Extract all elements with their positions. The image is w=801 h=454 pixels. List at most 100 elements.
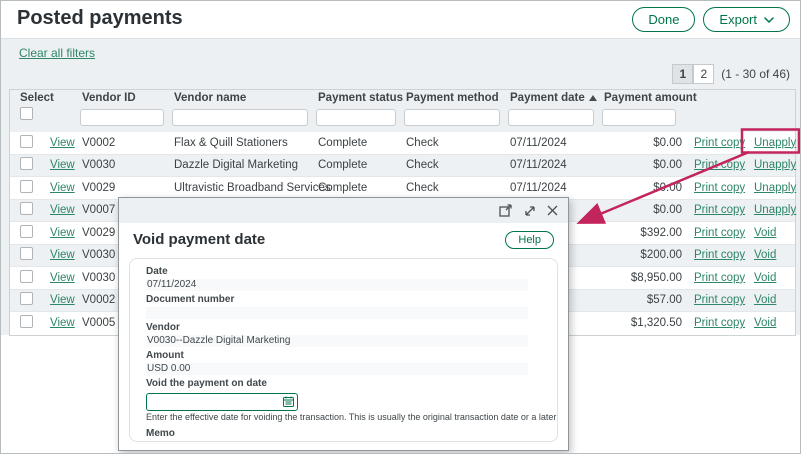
page-button-2[interactable]: 2: [693, 64, 714, 84]
row-action-link[interactable]: Unapply: [754, 159, 796, 171]
column-header-payment-method[interactable]: Payment method: [404, 92, 508, 104]
page-button-1[interactable]: 1: [672, 64, 693, 84]
view-link[interactable]: View: [50, 159, 75, 171]
column-header-payment-amount[interactable]: Payment amount: [602, 92, 684, 104]
sort-ascending-icon: [589, 92, 597, 104]
pagination-range: (1 - 30 of 46): [721, 67, 790, 81]
pop-out-icon[interactable]: [499, 204, 513, 217]
print-copy-link[interactable]: Print copy: [694, 272, 745, 284]
select-all-checkbox[interactable]: [20, 107, 33, 120]
header-actions: Done Export: [632, 7, 790, 32]
row-checkbox[interactable]: [20, 292, 33, 305]
print-copy-link[interactable]: Print copy: [694, 249, 745, 261]
payment-status-cell: Complete: [316, 182, 404, 194]
column-header-payment-date[interactable]: Payment date: [508, 92, 602, 104]
row-action-link[interactable]: Void: [754, 317, 776, 329]
void-payment-date-dialog: Void payment date Help Date 07/11/2024 D…: [118, 197, 569, 451]
vendor-id-cell: V0030: [80, 159, 172, 171]
row-action-link[interactable]: Void: [754, 227, 776, 239]
expand-icon[interactable]: [524, 205, 536, 217]
export-button[interactable]: Export: [703, 7, 790, 32]
row-action-link[interactable]: Unapply: [754, 204, 796, 216]
payment-amount-cell: $392.00: [602, 227, 684, 239]
table-filter-row: [10, 106, 795, 132]
view-link[interactable]: View: [50, 137, 75, 149]
done-button[interactable]: Done: [632, 7, 695, 32]
vendor-name-cell: Ultravistic Broadband Services: [172, 182, 316, 194]
page-header: Posted payments Done Export: [1, 1, 800, 39]
column-header-vendor-id[interactable]: Vendor ID: [80, 92, 172, 104]
row-checkbox[interactable]: [20, 247, 33, 260]
vendor-id-filter-input[interactable]: [80, 109, 164, 126]
view-link[interactable]: View: [50, 182, 75, 194]
payment-method-cell: Check: [404, 159, 508, 171]
row-checkbox[interactable]: [20, 225, 33, 238]
dialog-fields: Date 07/11/2024 Document number Vendor V…: [146, 266, 541, 375]
payment-amount-cell: $0.00: [602, 182, 684, 194]
field-label: Vendor: [146, 322, 541, 334]
payment-date-filter-input[interactable]: [508, 109, 594, 126]
row-checkbox[interactable]: [20, 180, 33, 193]
memo-textarea[interactable]: [146, 441, 298, 442]
payment-amount-cell: $0.00: [602, 137, 684, 149]
close-icon[interactable]: [547, 205, 558, 216]
view-link[interactable]: View: [50, 249, 75, 261]
field-value: V0030--Dazzle Digital Marketing: [146, 335, 528, 347]
payment-method-filter-input[interactable]: [404, 109, 500, 126]
print-copy-link[interactable]: Print copy: [694, 227, 745, 239]
vendor-name-cell: Dazzle Digital Marketing: [172, 159, 316, 171]
field-value: 07/11/2024: [146, 279, 528, 291]
field-value: [146, 307, 528, 319]
row-action-link[interactable]: Void: [754, 249, 776, 261]
payment-date-cell: 07/11/2024: [508, 159, 602, 171]
vendor-id-cell: V0029: [80, 182, 172, 194]
print-copy-link[interactable]: Print copy: [694, 317, 745, 329]
page-title: Posted payments: [17, 7, 183, 30]
row-checkbox[interactable]: [20, 315, 33, 328]
row-action-link[interactable]: Unapply: [754, 137, 796, 149]
payment-amount-cell: $1,320.50: [602, 317, 684, 329]
dialog-control-bar: [119, 198, 568, 223]
chevron-down-icon: [764, 17, 774, 23]
column-header-vendor-name[interactable]: Vendor name: [172, 92, 316, 104]
calendar-icon[interactable]: [283, 394, 294, 412]
help-button[interactable]: Help: [505, 231, 554, 249]
payment-date-cell: 07/11/2024: [508, 182, 602, 194]
payment-status-filter-input[interactable]: [316, 109, 396, 126]
row-action-link[interactable]: Void: [754, 294, 776, 306]
payment-status-cell: Complete: [316, 137, 404, 149]
print-copy-link[interactable]: Print copy: [694, 182, 745, 194]
payment-amount-cell: $8,950.00: [602, 272, 684, 284]
row-action-link[interactable]: Unapply: [754, 182, 796, 194]
table-row: View V0002 Flax & Quill Stationers Compl…: [10, 132, 795, 155]
field-label: Document number: [146, 294, 541, 306]
row-checkbox[interactable]: [20, 157, 33, 170]
view-link[interactable]: View: [50, 272, 75, 284]
posted-payments-page: Posted payments Done Export Clear all fi…: [0, 0, 801, 454]
payment-amount-cell: $57.00: [602, 294, 684, 306]
vendor-name-filter-input[interactable]: [172, 109, 308, 126]
print-copy-link[interactable]: Print copy: [694, 159, 745, 171]
clear-all-filters-link[interactable]: Clear all filters: [19, 46, 95, 60]
payment-amount-cell: $0.00: [602, 159, 684, 171]
row-action-link[interactable]: Void: [754, 272, 776, 284]
payment-amount-filter-input[interactable]: [602, 109, 676, 126]
row-checkbox[interactable]: [20, 135, 33, 148]
dialog-field: Amount USD 0.00: [146, 350, 541, 375]
view-link[interactable]: View: [50, 294, 75, 306]
row-checkbox[interactable]: [20, 270, 33, 283]
print-copy-link[interactable]: Print copy: [694, 204, 745, 216]
payment-method-cell: Check: [404, 137, 508, 149]
dialog-title: Void payment date: [133, 231, 265, 248]
payment-date-cell: 07/11/2024: [508, 137, 602, 149]
view-link[interactable]: View: [50, 204, 75, 216]
print-copy-link[interactable]: Print copy: [694, 294, 745, 306]
view-link[interactable]: View: [50, 227, 75, 239]
void-date-input[interactable]: [146, 393, 298, 411]
row-checkbox[interactable]: [20, 202, 33, 215]
column-header-payment-status[interactable]: Payment status: [316, 92, 404, 104]
view-link[interactable]: View: [50, 317, 75, 329]
payment-method-cell: Check: [404, 182, 508, 194]
dialog-field: Document number: [146, 294, 541, 319]
print-copy-link[interactable]: Print copy: [694, 137, 745, 149]
